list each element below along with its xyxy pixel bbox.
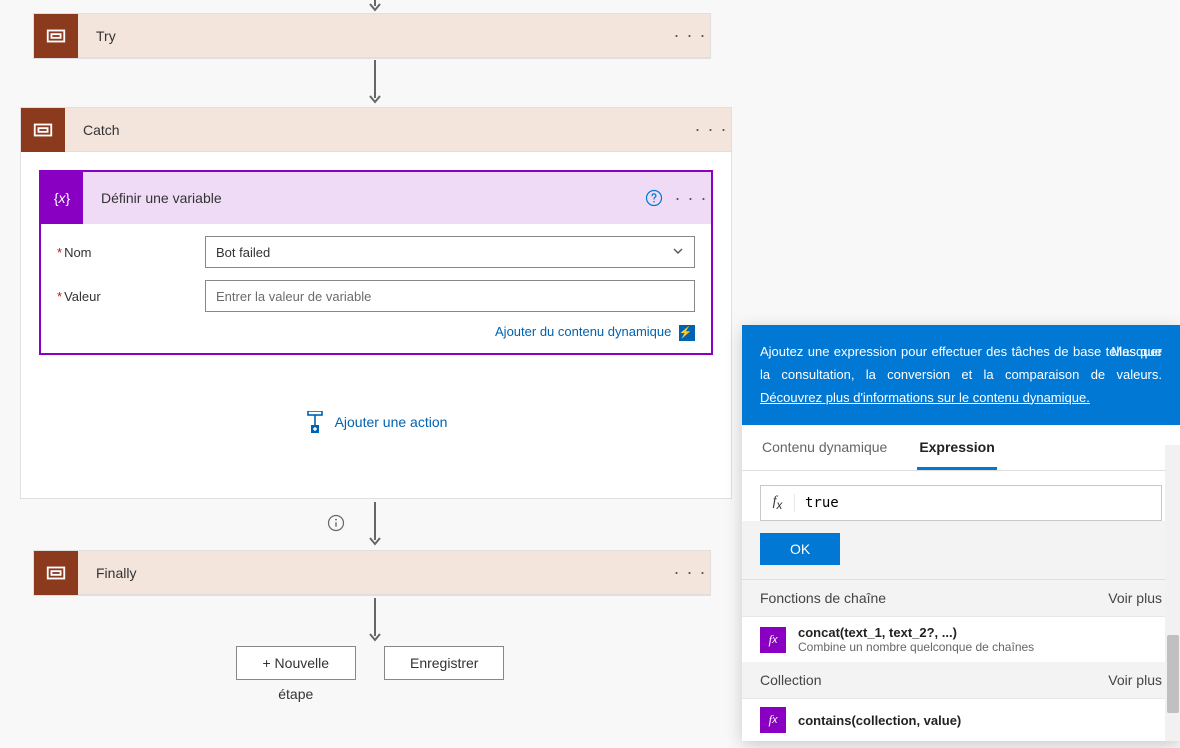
more-menu[interactable]: · · · [670, 562, 710, 583]
learn-more-link[interactable]: Découvrez plus d'informations sur le con… [760, 390, 1090, 405]
fx-icon: fx [760, 627, 786, 653]
action-header[interactable]: {x} Définir une variable · · · [41, 172, 711, 224]
scope-icon [34, 14, 78, 58]
scope-icon [21, 108, 65, 152]
arrow-connector [369, 598, 381, 644]
expression-input-wrapper: fx [760, 485, 1162, 521]
scope-catch-header[interactable]: Catch · · · [21, 108, 731, 152]
more-menu[interactable]: · · · [691, 119, 731, 140]
function-desc: Combine un nombre quelconque de chaînes [798, 640, 1034, 654]
new-step-label-line2: étape [224, 686, 368, 702]
fx-icon: fx [760, 707, 786, 733]
function-concat[interactable]: fx concat(text_1, text_2?, ...) Combine … [742, 617, 1180, 662]
action-set-variable: {x} Définir une variable · · · *Nom Bot … [39, 170, 713, 355]
tab-expression[interactable]: Expression [917, 425, 996, 470]
scope-try[interactable]: Try · · · [33, 13, 711, 59]
function-name: contains(collection, value) [798, 713, 961, 728]
expression-input[interactable] [795, 495, 1161, 511]
hide-panel-link[interactable]: Masquer [1111, 341, 1162, 364]
add-action-label: Ajouter une action [335, 414, 448, 430]
variable-name-value: Bot failed [216, 245, 270, 260]
lightning-icon[interactable]: ⚡ [679, 325, 695, 341]
fx-icon: fx [761, 494, 795, 512]
add-action-icon [305, 411, 325, 433]
more-menu[interactable]: · · · [671, 188, 711, 209]
see-more-collection[interactable]: Voir plus [1108, 672, 1162, 688]
dynamic-content-panel: Masquer Ajoutez une expression pour effe… [742, 325, 1180, 741]
panel-scrollbar[interactable] [1165, 445, 1180, 741]
scope-finally[interactable]: Finally · · · [33, 550, 711, 596]
variable-icon: {x} [41, 172, 83, 224]
chevron-down-icon [672, 245, 684, 260]
help-icon[interactable] [637, 181, 671, 215]
scope-catch: Catch · · · {x} Définir une variable · ·… [20, 107, 732, 499]
add-dynamic-content-link[interactable]: Ajouter du contenu dynamique [495, 324, 671, 339]
function-name: concat(text_1, text_2?, ...) [798, 625, 1034, 640]
field-label-name: *Nom [57, 245, 205, 260]
panel-tabs: Contenu dynamique Expression [742, 425, 1180, 471]
info-icon[interactable] [327, 514, 345, 532]
arrow-connector [369, 502, 381, 548]
function-contains[interactable]: fx contains(collection, value) [742, 699, 1180, 741]
section-string-functions: Fonctions de chaîne Voir plus [742, 580, 1180, 617]
section-collection: Collection Voir plus [742, 662, 1180, 699]
arrow-connector [369, 0, 381, 14]
scrollbar-thumb[interactable] [1167, 635, 1179, 713]
tab-dynamic-content[interactable]: Contenu dynamique [760, 425, 889, 470]
more-menu[interactable]: · · · [670, 25, 710, 46]
new-step-button[interactable]: + Nouvelle [236, 646, 356, 680]
scope-title: Catch [65, 122, 691, 138]
scope-icon [34, 551, 78, 595]
panel-intro: Masquer Ajoutez une expression pour effe… [742, 325, 1180, 425]
scope-title: Finally [78, 565, 670, 581]
action-title: Définir une variable [83, 190, 637, 206]
add-action-link[interactable]: Ajouter une action [305, 411, 448, 433]
arrow-connector [369, 60, 381, 106]
variable-value-input[interactable] [205, 280, 695, 312]
scope-title: Try [78, 28, 670, 44]
see-more-string[interactable]: Voir plus [1108, 590, 1162, 606]
ok-button[interactable]: OK [760, 533, 840, 565]
variable-name-select[interactable]: Bot failed [205, 236, 695, 268]
save-button[interactable]: Enregistrer [384, 646, 504, 680]
field-label-value: *Valeur [57, 289, 205, 304]
